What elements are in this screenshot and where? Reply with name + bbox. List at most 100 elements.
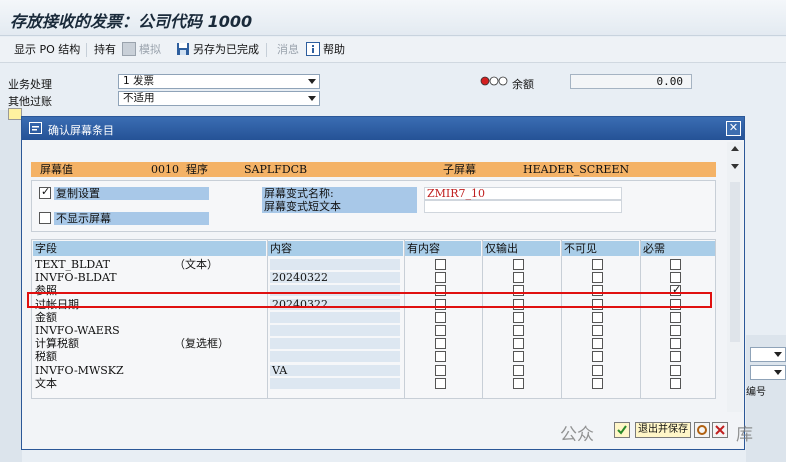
required-checkbox[interactable] bbox=[670, 312, 681, 323]
show-po-button[interactable]: 显示 PO 结构 bbox=[14, 42, 80, 58]
title-bar: 存放接收的发票：公司代码 1000 bbox=[0, 0, 786, 36]
invisible-checkbox[interactable] bbox=[592, 259, 603, 270]
invisible-checkbox[interactable] bbox=[592, 272, 603, 283]
transaction-value: 1 发票 bbox=[123, 75, 155, 87]
status-lights-icon bbox=[480, 76, 508, 89]
row-content-value: VA bbox=[272, 364, 288, 377]
program-label: 程序 bbox=[186, 163, 208, 176]
row-field-name: INVFO-BLDAT bbox=[35, 271, 117, 284]
with-content-checkbox[interactable] bbox=[435, 325, 446, 336]
balance-field: 0.00 bbox=[570, 74, 692, 89]
copy-settings-label: 复制设置 bbox=[54, 187, 209, 200]
hide-screen-checkbox[interactable] bbox=[39, 212, 51, 224]
required-checkbox[interactable] bbox=[670, 378, 681, 389]
hold-button[interactable]: 持有 bbox=[94, 42, 116, 58]
required-checkbox[interactable] bbox=[670, 259, 681, 270]
screen-value-label: 屏幕值 bbox=[40, 163, 73, 176]
variant-short-text-field[interactable] bbox=[424, 200, 622, 213]
required-checkbox[interactable] bbox=[670, 272, 681, 283]
output-only-checkbox[interactable] bbox=[513, 259, 524, 270]
cancel-icon[interactable] bbox=[712, 422, 728, 438]
subscreen-label: 子屏幕 bbox=[443, 163, 476, 176]
confirm-screen-dialog: 确认屏幕条目 ✕ 屏幕值 0010 程序 SAPLFDCB 子屏幕 HEADER… bbox=[21, 116, 745, 450]
messages-button[interactable]: 消息 bbox=[277, 42, 299, 58]
invisible-checkbox[interactable] bbox=[592, 325, 603, 336]
col-divider bbox=[267, 240, 268, 398]
output-only-checkbox[interactable] bbox=[513, 312, 524, 323]
output-only-checkbox[interactable] bbox=[513, 338, 524, 349]
variant-name-field[interactable]: ZMIR7_10 bbox=[424, 187, 622, 200]
confirm-icon[interactable] bbox=[614, 422, 630, 438]
output-only-checkbox[interactable] bbox=[513, 325, 524, 336]
row-content-value: 20240322 bbox=[272, 271, 328, 284]
with-content-checkbox[interactable] bbox=[435, 259, 446, 270]
screen-info-bar: 屏幕值 0010 程序 SAPLFDCB 子屏幕 HEADER_SCREEN bbox=[31, 162, 716, 177]
with-content-checkbox[interactable] bbox=[435, 351, 446, 362]
col-divider bbox=[404, 240, 405, 398]
invisible-checkbox[interactable] bbox=[592, 312, 603, 323]
with-content-checkbox[interactable] bbox=[435, 338, 446, 349]
copy-settings-checkbox[interactable] bbox=[39, 185, 51, 199]
row-field-name: INVFO-MWSKZ bbox=[35, 364, 124, 377]
output-only-checkbox[interactable] bbox=[513, 365, 524, 376]
with-content-checkbox[interactable] bbox=[435, 378, 446, 389]
scroll-thumb[interactable] bbox=[730, 182, 740, 342]
help-button[interactable]: 帮助 bbox=[306, 42, 345, 58]
output-only-checkbox[interactable] bbox=[513, 378, 524, 389]
application-toolbar: 显示 PO 结构 持有 模拟 另存为已完成 消息 帮助 bbox=[0, 37, 786, 63]
row-field-name: 计算税额 bbox=[35, 337, 79, 350]
output-only-checkbox[interactable] bbox=[513, 351, 524, 362]
info-icon bbox=[306, 42, 320, 56]
screen-number: 0010 bbox=[151, 163, 179, 176]
scroll-up-icon[interactable] bbox=[731, 146, 739, 151]
background-select[interactable] bbox=[750, 365, 786, 380]
invisible-checkbox[interactable] bbox=[592, 365, 603, 376]
invisible-checkbox[interactable] bbox=[592, 338, 603, 349]
invisible-checkbox[interactable] bbox=[592, 351, 603, 362]
col-required: 必需 bbox=[641, 241, 715, 256]
help-label: 帮助 bbox=[323, 43, 345, 56]
row-content-cell bbox=[270, 312, 400, 323]
chevron-down-icon bbox=[308, 79, 316, 84]
required-checkbox[interactable] bbox=[670, 325, 681, 336]
column-label: 编号 bbox=[746, 387, 766, 398]
other-posting-select[interactable]: 不适用 bbox=[118, 91, 320, 106]
simulate-icon bbox=[122, 42, 136, 56]
hide-screen-label: 不显示屏幕 bbox=[54, 212, 209, 225]
settings-icon[interactable] bbox=[694, 422, 710, 438]
output-only-checkbox[interactable] bbox=[513, 272, 524, 283]
dialog-scrollbar[interactable] bbox=[727, 142, 743, 412]
other-posting-label: 其他过账 bbox=[8, 95, 52, 108]
col-output-only: 仅输出 bbox=[483, 241, 560, 256]
row-content-cell bbox=[270, 378, 400, 389]
transaction-label: 业务处理 bbox=[8, 78, 52, 91]
invisible-checkbox[interactable] bbox=[592, 378, 603, 389]
with-content-checkbox[interactable] bbox=[435, 365, 446, 376]
exit-save-button[interactable]: 退出并保存 bbox=[635, 422, 691, 438]
row-field-name: 金额 bbox=[35, 311, 57, 324]
subscreen-name: HEADER_SCREEN bbox=[523, 163, 630, 176]
background-left-panel bbox=[0, 110, 22, 462]
watermark-left: 公众 bbox=[560, 425, 594, 445]
close-icon[interactable]: ✕ bbox=[726, 121, 741, 136]
with-content-checkbox[interactable] bbox=[435, 312, 446, 323]
note-icon[interactable] bbox=[8, 108, 22, 120]
background-select[interactable] bbox=[750, 347, 786, 362]
scroll-down-icon[interactable] bbox=[731, 164, 739, 169]
simulate-label: 模拟 bbox=[139, 43, 161, 56]
required-checkbox[interactable] bbox=[670, 351, 681, 362]
transaction-select[interactable]: 1 发票 bbox=[118, 74, 320, 89]
dialog-icon bbox=[29, 122, 42, 137]
simulate-button[interactable]: 模拟 bbox=[122, 42, 161, 58]
col-divider bbox=[640, 240, 641, 398]
window-title: 存放接收的发票：公司代码 1000 bbox=[10, 12, 253, 31]
required-checkbox[interactable] bbox=[670, 365, 681, 376]
save-complete-button[interactable]: 另存为已完成 bbox=[176, 42, 259, 58]
dialog-header: 确认屏幕条目 ✕ bbox=[22, 117, 744, 140]
variant-settings-section: 复制设置 不显示屏幕 屏幕变式名称: 屏幕变式短文本 ZMIR7_10 bbox=[31, 180, 716, 232]
with-content-checkbox[interactable] bbox=[435, 272, 446, 283]
row-field-name: INVFO-WAERS bbox=[35, 324, 120, 337]
required-checkbox[interactable] bbox=[670, 338, 681, 349]
watermark-right: 库 bbox=[736, 425, 753, 445]
chevron-down-icon bbox=[774, 370, 782, 375]
